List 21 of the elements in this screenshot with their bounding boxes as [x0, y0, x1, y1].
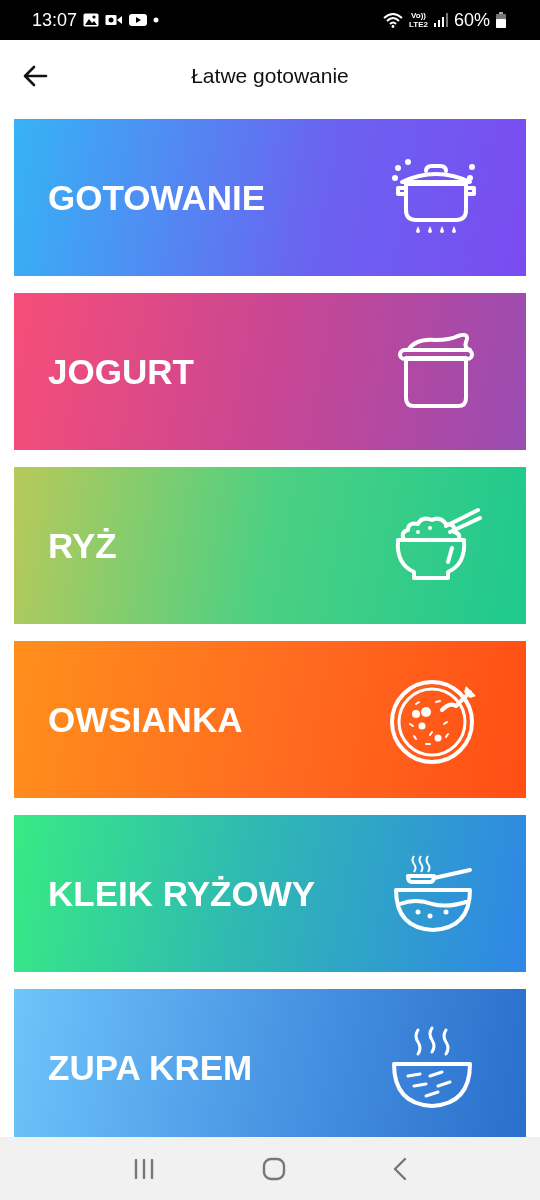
wifi-icon	[383, 12, 403, 28]
home-icon[interactable]	[262, 1156, 286, 1181]
volte-label: Vo))	[411, 11, 426, 20]
video-call-icon	[105, 13, 124, 27]
category-card[interactable]: KLEIK RYŻOWY	[14, 815, 526, 972]
back-icon[interactable]	[392, 1157, 407, 1180]
category-card[interactable]: OWSIANKA	[14, 641, 526, 798]
battery-icon	[496, 12, 506, 28]
dot-icon	[153, 17, 160, 23]
category-card[interactable]: GOTOWANIE	[14, 119, 526, 276]
screen-title: Łatwe gotowanie	[191, 64, 349, 88]
gallery-icon	[83, 13, 100, 27]
recent-apps-icon[interactable]	[133, 1158, 156, 1179]
network-label: LTE2	[409, 20, 428, 29]
battery-percent: 60%	[453, 9, 490, 31]
clock: 13:07	[32, 9, 78, 31]
category-card[interactable]: RYŻ	[14, 467, 526, 624]
category-card[interactable]: ZUPA KREM	[14, 989, 526, 1137]
play-icon	[129, 13, 148, 27]
category-card[interactable]: JOGURT	[14, 293, 526, 450]
signal-icon	[433, 13, 448, 27]
